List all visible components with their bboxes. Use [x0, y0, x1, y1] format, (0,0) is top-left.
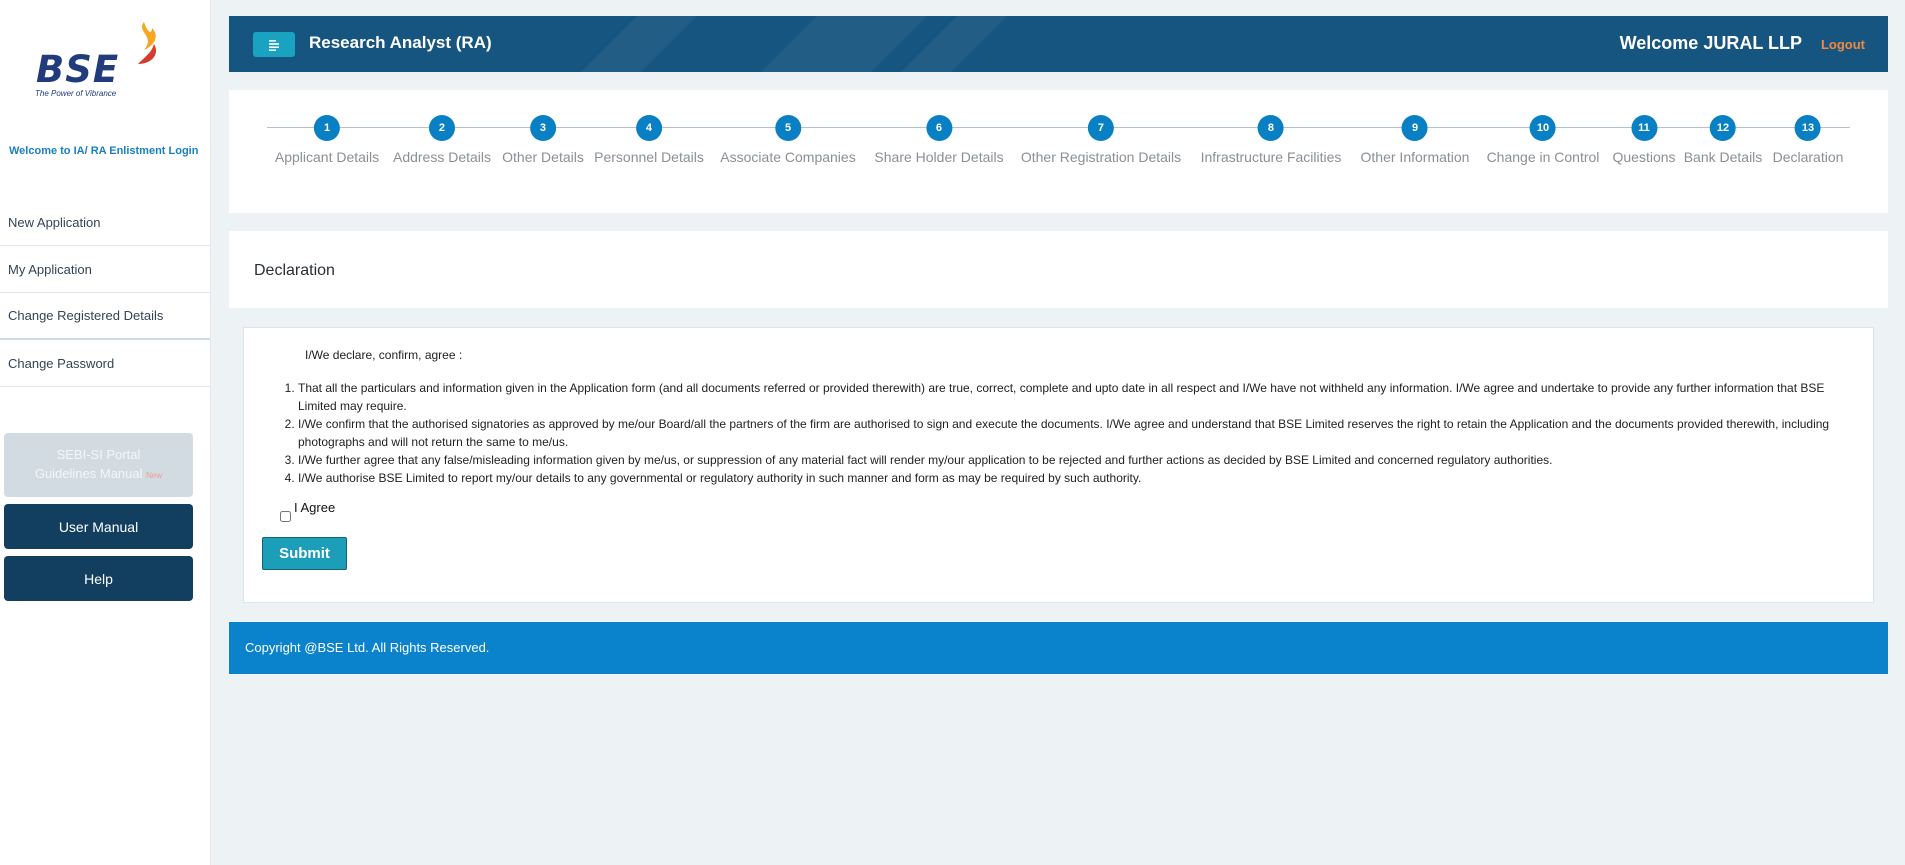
user-manual-button[interactable]: User Manual	[4, 504, 193, 549]
sidebar-item-new-application[interactable]: New Application	[0, 199, 210, 246]
step-label: Bank Details	[1683, 149, 1763, 165]
progress-steps: 1 Applicant Details 2 Address Details 3 Oth…	[229, 90, 1888, 213]
sidebar-item-label: My Application	[8, 261, 92, 277]
agree-label[interactable]: I Agree	[294, 500, 335, 515]
header-decoration	[581, 16, 697, 72]
declaration-item: That all the particulars and information…	[298, 379, 1848, 415]
page-title-card: Declaration	[229, 231, 1888, 308]
step-number: 9	[1402, 115, 1428, 141]
step-number: 12	[1710, 115, 1736, 141]
step-label: Questions	[1612, 149, 1676, 165]
declaration-item: I/We confirm that the authorised signato…	[298, 415, 1848, 451]
welcome-login-text: Welcome to IA/ RA Enlistment Login	[9, 145, 199, 157]
declaration-intro: I/We declare, confirm, agree :	[305, 348, 463, 362]
step-other-information[interactable]: 9 Other Information	[1360, 115, 1470, 165]
page-title: Declaration	[254, 262, 335, 279]
header-decoration	[761, 16, 927, 72]
sebi-button-line2: Guidelines Manual New	[35, 464, 162, 485]
sidebar-item-label: Change Registered Details	[8, 308, 164, 323]
step-number: 2	[428, 115, 455, 141]
step-personnel-details[interactable]: 4 Personnel Details	[594, 115, 704, 165]
sebi-button-line2-text: Guidelines Manual	[34, 466, 143, 481]
step-label: Other Details	[502, 149, 584, 165]
step-label: Applicant Details	[274, 149, 380, 165]
step-label: Address Details	[392, 149, 492, 165]
step-other-details[interactable]: 3 Other Details	[502, 115, 584, 165]
app-title: Research Analyst (RA)	[309, 33, 492, 52]
step-declaration[interactable]: 13 Declaration	[1772, 115, 1844, 165]
step-change-in-control[interactable]: 10 Change in Control	[1486, 115, 1600, 165]
bse-logo: BSE The Power of Vibrance	[30, 18, 170, 103]
step-label: Declaration	[1772, 149, 1844, 165]
help-button[interactable]: Help	[4, 556, 193, 601]
step-label: Other Information	[1360, 149, 1470, 165]
top-header: Research Analyst (RA) Welcome JURAL LLP …	[229, 16, 1888, 72]
step-number: 5	[775, 115, 801, 141]
logout-link[interactable]: Logout	[1821, 37, 1865, 52]
logo-tagline: The Power of Vibrance	[35, 89, 117, 98]
step-label: Infrastructure Facilities	[1200, 149, 1342, 165]
step-associate-companies[interactable]: 5 Associate Companies	[720, 115, 856, 165]
sidebar-item-change-registered-details[interactable]: Change Registered Details	[0, 293, 210, 340]
step-number: 1	[314, 115, 340, 141]
step-other-registration-details[interactable]: 7 Other Registration Details	[1021, 115, 1181, 165]
menu-lines-icon	[269, 39, 279, 51]
step-address-details[interactable]: 2 Address Details	[393, 115, 491, 165]
step-label: Share Holder Details	[874, 149, 1004, 165]
step-number: 11	[1630, 115, 1657, 141]
step-number: 10	[1529, 115, 1556, 141]
step-bank-details[interactable]: 12 Bank Details	[1683, 115, 1763, 165]
declaration-item: I/We further agree that any false/mislea…	[298, 451, 1848, 469]
agree-row: I Agree	[280, 500, 335, 522]
sidebar-item-change-password[interactable]: Change Password	[0, 340, 210, 387]
sidebar-item-label: Change Password	[8, 355, 115, 371]
sidebar-item-label: New Application	[8, 214, 101, 230]
welcome-user: Welcome JURAL LLP	[1619, 33, 1802, 53]
step-label: Other Registration Details	[1020, 149, 1182, 165]
copyright-text: Copyright @BSE Ltd. All Rights Reserved.	[245, 640, 490, 655]
menu-toggle-button[interactable]	[253, 32, 295, 57]
submit-button[interactable]: Submit	[262, 537, 347, 570]
step-number: 7	[1087, 115, 1114, 141]
step-number: 6	[925, 115, 952, 141]
sebi-button-line1: SEBI-SI Portal	[56, 447, 141, 462]
step-number: 8	[1257, 115, 1284, 141]
sidebar: BSE The Power of Vibrance Welcome to IA/…	[0, 0, 211, 865]
step-applicant-details[interactable]: 1 Applicant Details	[275, 115, 379, 165]
flame-icon	[138, 22, 157, 64]
declaration-item: I/We authorise BSE Limited to report my/…	[298, 469, 1848, 487]
side-menu: New Application My Application Change Re…	[0, 199, 210, 387]
declaration-panel: I/We declare, confirm, agree : That all …	[243, 327, 1874, 603]
step-label: Associate Companies	[720, 149, 856, 165]
step-infrastructure-facilities[interactable]: 8 Infrastructure Facilities	[1200, 115, 1342, 165]
step-share-holder-details[interactable]: 6 Share Holder Details	[874, 115, 1004, 165]
step-label: Personnel Details	[594, 149, 704, 165]
new-badge: New	[146, 471, 163, 480]
sidebar-item-my-application[interactable]: My Application	[0, 246, 210, 293]
step-number: 3	[529, 115, 556, 141]
step-label: Change in Control	[1486, 149, 1600, 165]
declaration-list: That all the particulars and information…	[298, 379, 1848, 487]
logo-text: BSE	[36, 48, 120, 91]
step-questions[interactable]: 11 Questions	[1612, 115, 1676, 165]
sebi-guidelines-button[interactable]: SEBI-SI Portal Guidelines Manual New	[4, 433, 193, 497]
step-number: 4	[635, 115, 662, 141]
footer: Copyright @BSE Ltd. All Rights Reserved.	[229, 622, 1888, 674]
agree-checkbox[interactable]	[280, 511, 291, 522]
step-number: 13	[1794, 115, 1821, 141]
